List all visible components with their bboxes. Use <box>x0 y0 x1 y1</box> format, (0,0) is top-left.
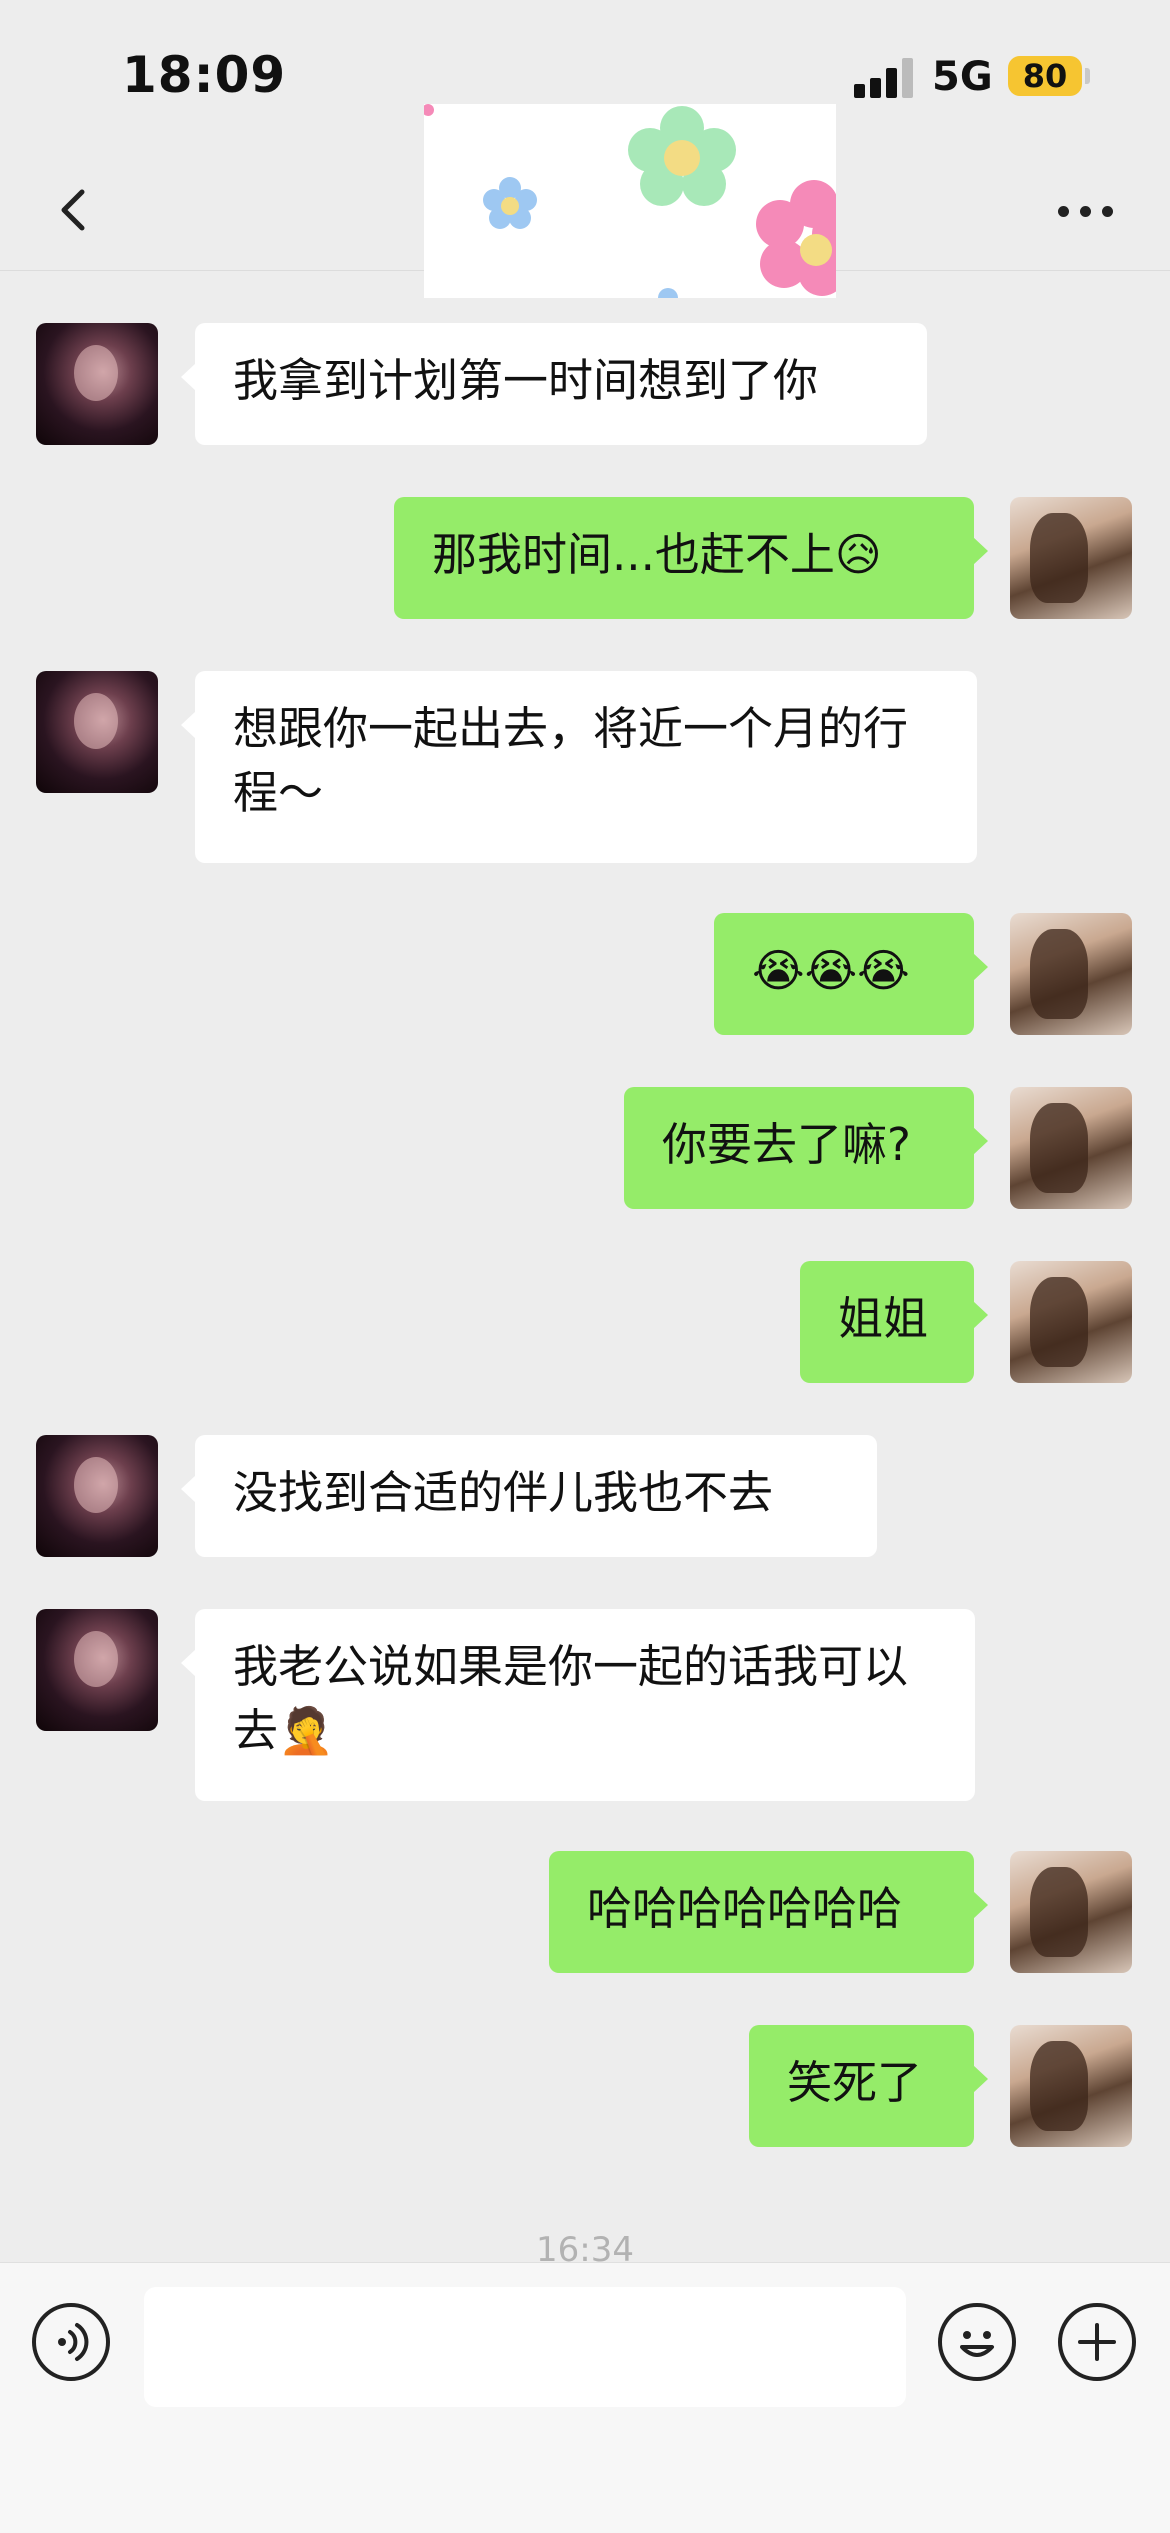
outgoing-message-bubble[interactable]: 哈哈哈哈哈哈哈 <box>549 1851 988 1973</box>
back-button[interactable] <box>36 170 116 250</box>
status-time: 18:09 <box>122 46 287 104</box>
outgoing-message-bubble[interactable]: 笑死了 <box>749 2025 988 2147</box>
my-avatar[interactable] <box>1010 1851 1132 1973</box>
contact-avatar[interactable] <box>36 1609 158 1731</box>
battery-level: 80 <box>1022 57 1068 95</box>
incoming-message-bubble[interactable]: 我老公说如果是你一起的话我可以去🤦 <box>181 1609 975 1801</box>
chevron-left-icon <box>61 189 85 231</box>
contact-avatar[interactable] <box>36 323 158 445</box>
my-avatar[interactable] <box>1010 1087 1132 1209</box>
smiley-icon <box>960 2331 994 2357</box>
outgoing-message-bubble[interactable]: 那我时间...也赶不上😥 <box>394 497 988 619</box>
my-avatar[interactable] <box>1010 1261 1132 1383</box>
outgoing-message-bubble[interactable]: 😭😭😭 <box>714 913 988 1035</box>
incoming-message-bubble[interactable]: 没找到合适的伴儿我也不去 <box>181 1435 877 1557</box>
ellipsis-dot <box>1058 206 1069 217</box>
more-actions-button[interactable] <box>1058 2303 1136 2381</box>
battery-icon: 80 <box>1008 56 1082 96</box>
contact-avatar[interactable] <box>36 1435 158 1557</box>
network-label: 5G <box>932 54 993 100</box>
ellipsis-dot <box>1080 206 1091 217</box>
my-avatar[interactable] <box>1010 2025 1132 2147</box>
outgoing-message-bubble[interactable]: 姐姐 <box>800 1261 988 1383</box>
message-input[interactable] <box>144 2287 906 2407</box>
flower-sticker-image <box>424 104 836 298</box>
outgoing-message-bubble[interactable]: 你要去了嘛? <box>624 1087 988 1209</box>
more-button[interactable] <box>1040 170 1130 250</box>
my-avatar[interactable] <box>1010 913 1132 1035</box>
voice-button[interactable] <box>32 2303 110 2381</box>
voice-icon <box>58 2323 89 2361</box>
battery-tip <box>1085 68 1090 84</box>
input-bar <box>0 2262 1170 2533</box>
contact-avatar[interactable] <box>36 671 158 793</box>
plus-icon <box>1078 2323 1116 2361</box>
incoming-message-bubble[interactable]: 我拿到计划第一时间想到了你 <box>181 323 927 445</box>
signal-icon <box>854 58 914 98</box>
incoming-message-bubble[interactable]: 想跟你一起出去，将近一个月的行程～ <box>181 671 977 863</box>
emoji-button[interactable] <box>938 2303 1016 2381</box>
my-avatar[interactable] <box>1010 497 1132 619</box>
ellipsis-dot <box>1102 206 1113 217</box>
